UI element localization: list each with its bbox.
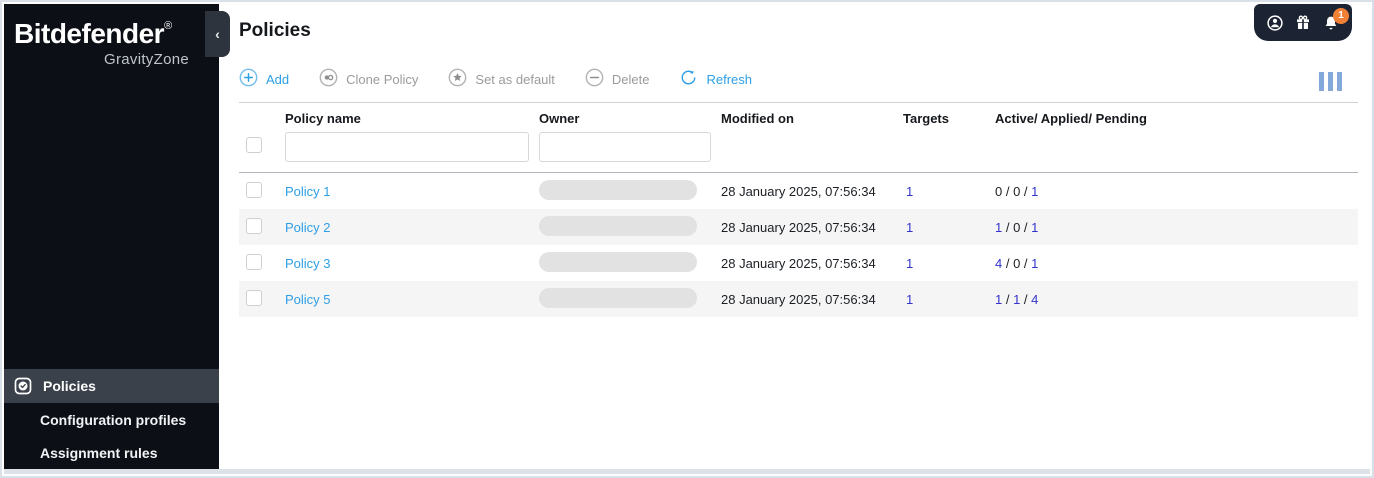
brand-name: Bitdefender® <box>14 18 172 49</box>
count-separator: / <box>1020 219 1032 235</box>
chevron-left-icon: ‹ <box>215 26 220 42</box>
targets-link[interactable]: 1 <box>906 220 913 235</box>
sidebar-item-configuration-profiles[interactable]: Configuration profiles <box>4 403 219 436</box>
column-header-modified-on[interactable]: Modified on <box>721 111 903 126</box>
delete-button[interactable]: Delete <box>585 68 650 90</box>
modified-on-value: 28 January 2025, 07:56:34 <box>721 219 876 235</box>
table-body: Policy 1 28 January 2025, 07:56:34 1 0 / 0 … <box>239 173 1358 317</box>
count-link[interactable]: 1 <box>1031 256 1038 271</box>
refresh-icon <box>679 68 698 90</box>
columns-settings-button[interactable] <box>1319 72 1342 91</box>
sidebar: Bitdefender® GravityZone Policies Config… <box>4 4 219 469</box>
sidebar-item-label: Assignment rules <box>40 444 158 461</box>
notification-badge: 1 <box>1333 7 1349 24</box>
count-separator: / <box>1020 255 1032 271</box>
count-separator: / <box>1002 183 1014 199</box>
policy-name-link[interactable]: Policy 3 <box>285 256 331 271</box>
page-title: Policies <box>239 20 311 41</box>
row-checkbox[interactable] <box>246 181 262 198</box>
sidebar-item-policies[interactable]: Policies <box>4 369 219 403</box>
count-link[interactable]: 4 <box>1031 292 1038 307</box>
count-link[interactable]: 1 <box>1031 220 1038 235</box>
sidebar-item-assignment-rules[interactable]: Assignment rules <box>4 436 219 469</box>
count-separator: / <box>1002 219 1014 235</box>
user-icon[interactable] <box>1266 14 1284 32</box>
set-as-default-button[interactable]: Set as default <box>448 68 555 90</box>
policy-name-filter-input[interactable] <box>285 132 529 162</box>
policies-check-icon <box>13 376 33 396</box>
toolbar-label: Clone Policy <box>346 71 419 87</box>
star-circle-icon <box>448 68 467 90</box>
policy-name-link[interactable]: Policy 1 <box>285 184 331 199</box>
refresh-button[interactable]: Refresh <box>679 68 752 90</box>
count-separator: / <box>1020 183 1032 199</box>
row-checkbox[interactable] <box>246 289 262 306</box>
modified-on-value: 28 January 2025, 07:56:34 <box>721 255 876 271</box>
main-content: 1 Policies Add Clone Policy Set as defau… <box>219 4 1370 469</box>
owner-filter-input[interactable] <box>539 132 711 162</box>
owner-redacted-pill <box>539 179 697 200</box>
logo: Bitdefender® GravityZone <box>4 4 219 68</box>
sidebar-nav: Policies Configuration profiles Assignme… <box>4 369 219 469</box>
registered-mark: ® <box>164 20 172 32</box>
sidebar-item-label: Configuration profiles <box>40 411 187 428</box>
count-link[interactable]: 1 <box>1031 184 1038 199</box>
targets-link[interactable]: 1 <box>906 292 913 307</box>
toolbar-label: Set as default <box>475 71 555 87</box>
table-header: Policy name Owner Modified on Targets Ac… <box>239 103 1358 126</box>
row-checkbox[interactable] <box>246 217 262 234</box>
policy-name-link[interactable]: Policy 5 <box>285 292 331 307</box>
owner-redacted-pill <box>539 215 697 236</box>
toolbar-label: Delete <box>611 71 650 87</box>
active-applied-pending-value: 1 / 1 / 4 <box>995 292 1358 307</box>
sidebar-collapse-button[interactable]: ‹ <box>205 11 230 57</box>
table-row: Policy 3 28 January 2025, 07:56:34 1 4 / 0 … <box>239 245 1358 281</box>
sidebar-item-label: Policies <box>43 378 96 394</box>
modified-on-value: 28 January 2025, 07:56:34 <box>721 291 876 307</box>
gift-icon[interactable] <box>1294 14 1312 32</box>
topbar-actions: 1 <box>1254 4 1352 41</box>
owner-redacted-pill <box>539 251 697 272</box>
active-applied-pending-value: 0 / 0 / 1 <box>995 184 1358 199</box>
column-header-targets[interactable]: Targets <box>903 111 995 126</box>
owner-redacted-pill <box>539 287 697 308</box>
clone-policy-button[interactable]: Clone Policy <box>319 68 418 90</box>
table-row: Policy 2 28 January 2025, 07:56:34 1 1 / 0 … <box>239 209 1358 245</box>
column-header-owner[interactable]: Owner <box>539 111 721 126</box>
policies-table: Policy name Owner Modified on Targets Ac… <box>239 103 1358 317</box>
row-checkbox[interactable] <box>246 253 262 270</box>
table-row: Policy 1 28 January 2025, 07:56:34 1 0 / 0 … <box>239 173 1358 209</box>
table-row: Policy 5 28 January 2025, 07:56:34 1 1 / 1 … <box>239 281 1358 317</box>
targets-link[interactable]: 1 <box>906 184 913 199</box>
select-all-checkbox[interactable] <box>246 136 262 153</box>
columns-icon <box>1319 72 1324 91</box>
product-name: GravityZone <box>104 51 189 68</box>
column-header-active-applied-pending[interactable]: Active/ Applied/ Pending <box>995 111 1358 126</box>
plus-circle-icon <box>239 68 258 90</box>
table-filter-row <box>239 126 1358 173</box>
active-applied-pending-value: 1 / 0 / 1 <box>995 220 1358 235</box>
window-bottom-edge <box>4 469 1370 474</box>
toolbar: Add Clone Policy Set as default Delete R… <box>239 66 1370 92</box>
toolbar-label: Refresh <box>706 71 753 87</box>
column-header-policy-name[interactable]: Policy name <box>285 111 539 126</box>
targets-link[interactable]: 1 <box>906 256 913 271</box>
app-window: Bitdefender® GravityZone Policies Config… <box>0 0 1374 478</box>
policy-name-link[interactable]: Policy 2 <box>285 220 331 235</box>
modified-on-value: 28 January 2025, 07:56:34 <box>721 183 876 199</box>
minus-circle-icon <box>585 68 604 90</box>
add-button[interactable]: Add <box>239 68 289 90</box>
count-separator: / <box>1020 291 1032 307</box>
count-separator: / <box>1002 291 1014 307</box>
bell-icon[interactable]: 1 <box>1322 7 1349 32</box>
count-separator: / <box>1002 255 1014 271</box>
clone-icon <box>319 68 338 90</box>
active-applied-pending-value: 4 / 0 / 1 <box>995 256 1358 271</box>
toolbar-label: Add <box>266 71 290 87</box>
